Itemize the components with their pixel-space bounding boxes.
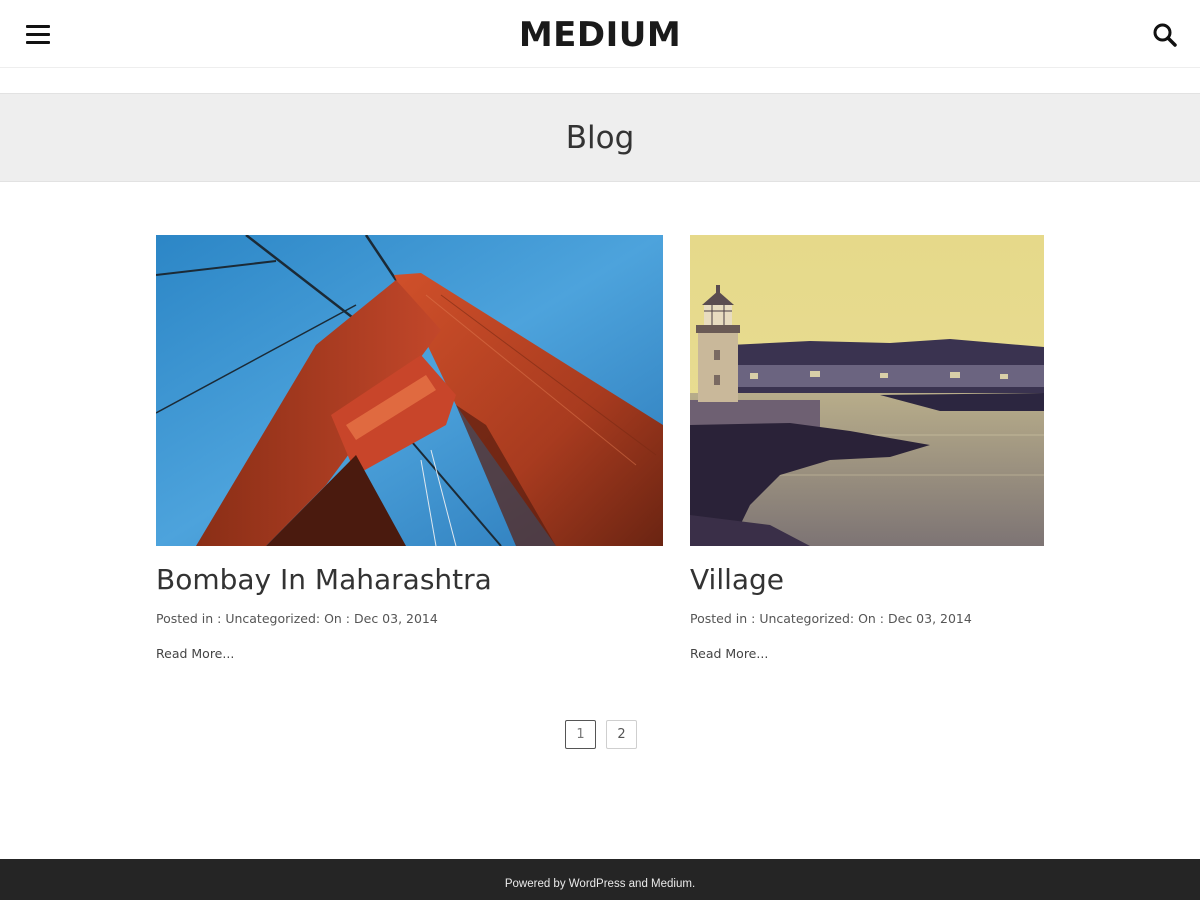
post-date: Dec 03, 2014	[354, 611, 438, 626]
meta-on-label: : On :	[315, 611, 354, 626]
page-title: Blog	[565, 120, 635, 156]
post-category-link[interactable]: Uncategorized	[225, 611, 316, 626]
meta-on-label: : On :	[849, 611, 888, 626]
read-more-link[interactable]: Read More...	[690, 645, 768, 663]
site-footer: Powered by WordPress and Medium.	[0, 859, 1200, 900]
lighthouse-harbor-photo	[690, 235, 1044, 546]
meta-posted-label: Posted in :	[690, 611, 760, 626]
footer-suffix: .	[691, 878, 696, 890]
footer-middle: and	[625, 878, 652, 890]
page-title-band: Blog	[0, 93, 1200, 182]
footer-prefix: Powered by	[504, 878, 569, 890]
wordpress-link[interactable]: WordPress	[569, 878, 626, 890]
post-title[interactable]: Village	[690, 562, 1044, 598]
page-number-current[interactable]: 1	[565, 720, 596, 749]
pagination: 1 2	[565, 720, 637, 749]
post-title[interactable]: Bombay In Maharashtra	[156, 562, 663, 598]
post-thumbnail-village[interactable]	[690, 235, 1044, 546]
site-header: MEDIUM	[0, 0, 1200, 68]
post-meta: Posted in : Uncategorized: On : Dec 03, …	[156, 610, 663, 628]
bridge-tower-photo	[156, 235, 663, 546]
read-more-link[interactable]: Read More...	[156, 645, 234, 663]
post-meta: Posted in : Uncategorized: On : Dec 03, …	[690, 610, 1044, 628]
post-date: Dec 03, 2014	[888, 611, 972, 626]
footer-credits: Powered by WordPress and Medium.	[0, 877, 1200, 891]
theme-link[interactable]: Medium	[651, 878, 692, 890]
blog-post-card: Village Posted in : Uncategorized: On : …	[690, 235, 1044, 663]
post-thumbnail-bridge[interactable]	[156, 235, 663, 546]
page-number-link[interactable]: 2	[606, 720, 637, 749]
post-category-link[interactable]: Uncategorized	[759, 611, 850, 626]
search-icon[interactable]	[1152, 22, 1178, 48]
blog-post-card: Bombay In Maharashtra Posted in : Uncate…	[156, 235, 663, 663]
site-title[interactable]: MEDIUM	[0, 14, 1200, 56]
meta-posted-label: Posted in :	[156, 611, 226, 626]
